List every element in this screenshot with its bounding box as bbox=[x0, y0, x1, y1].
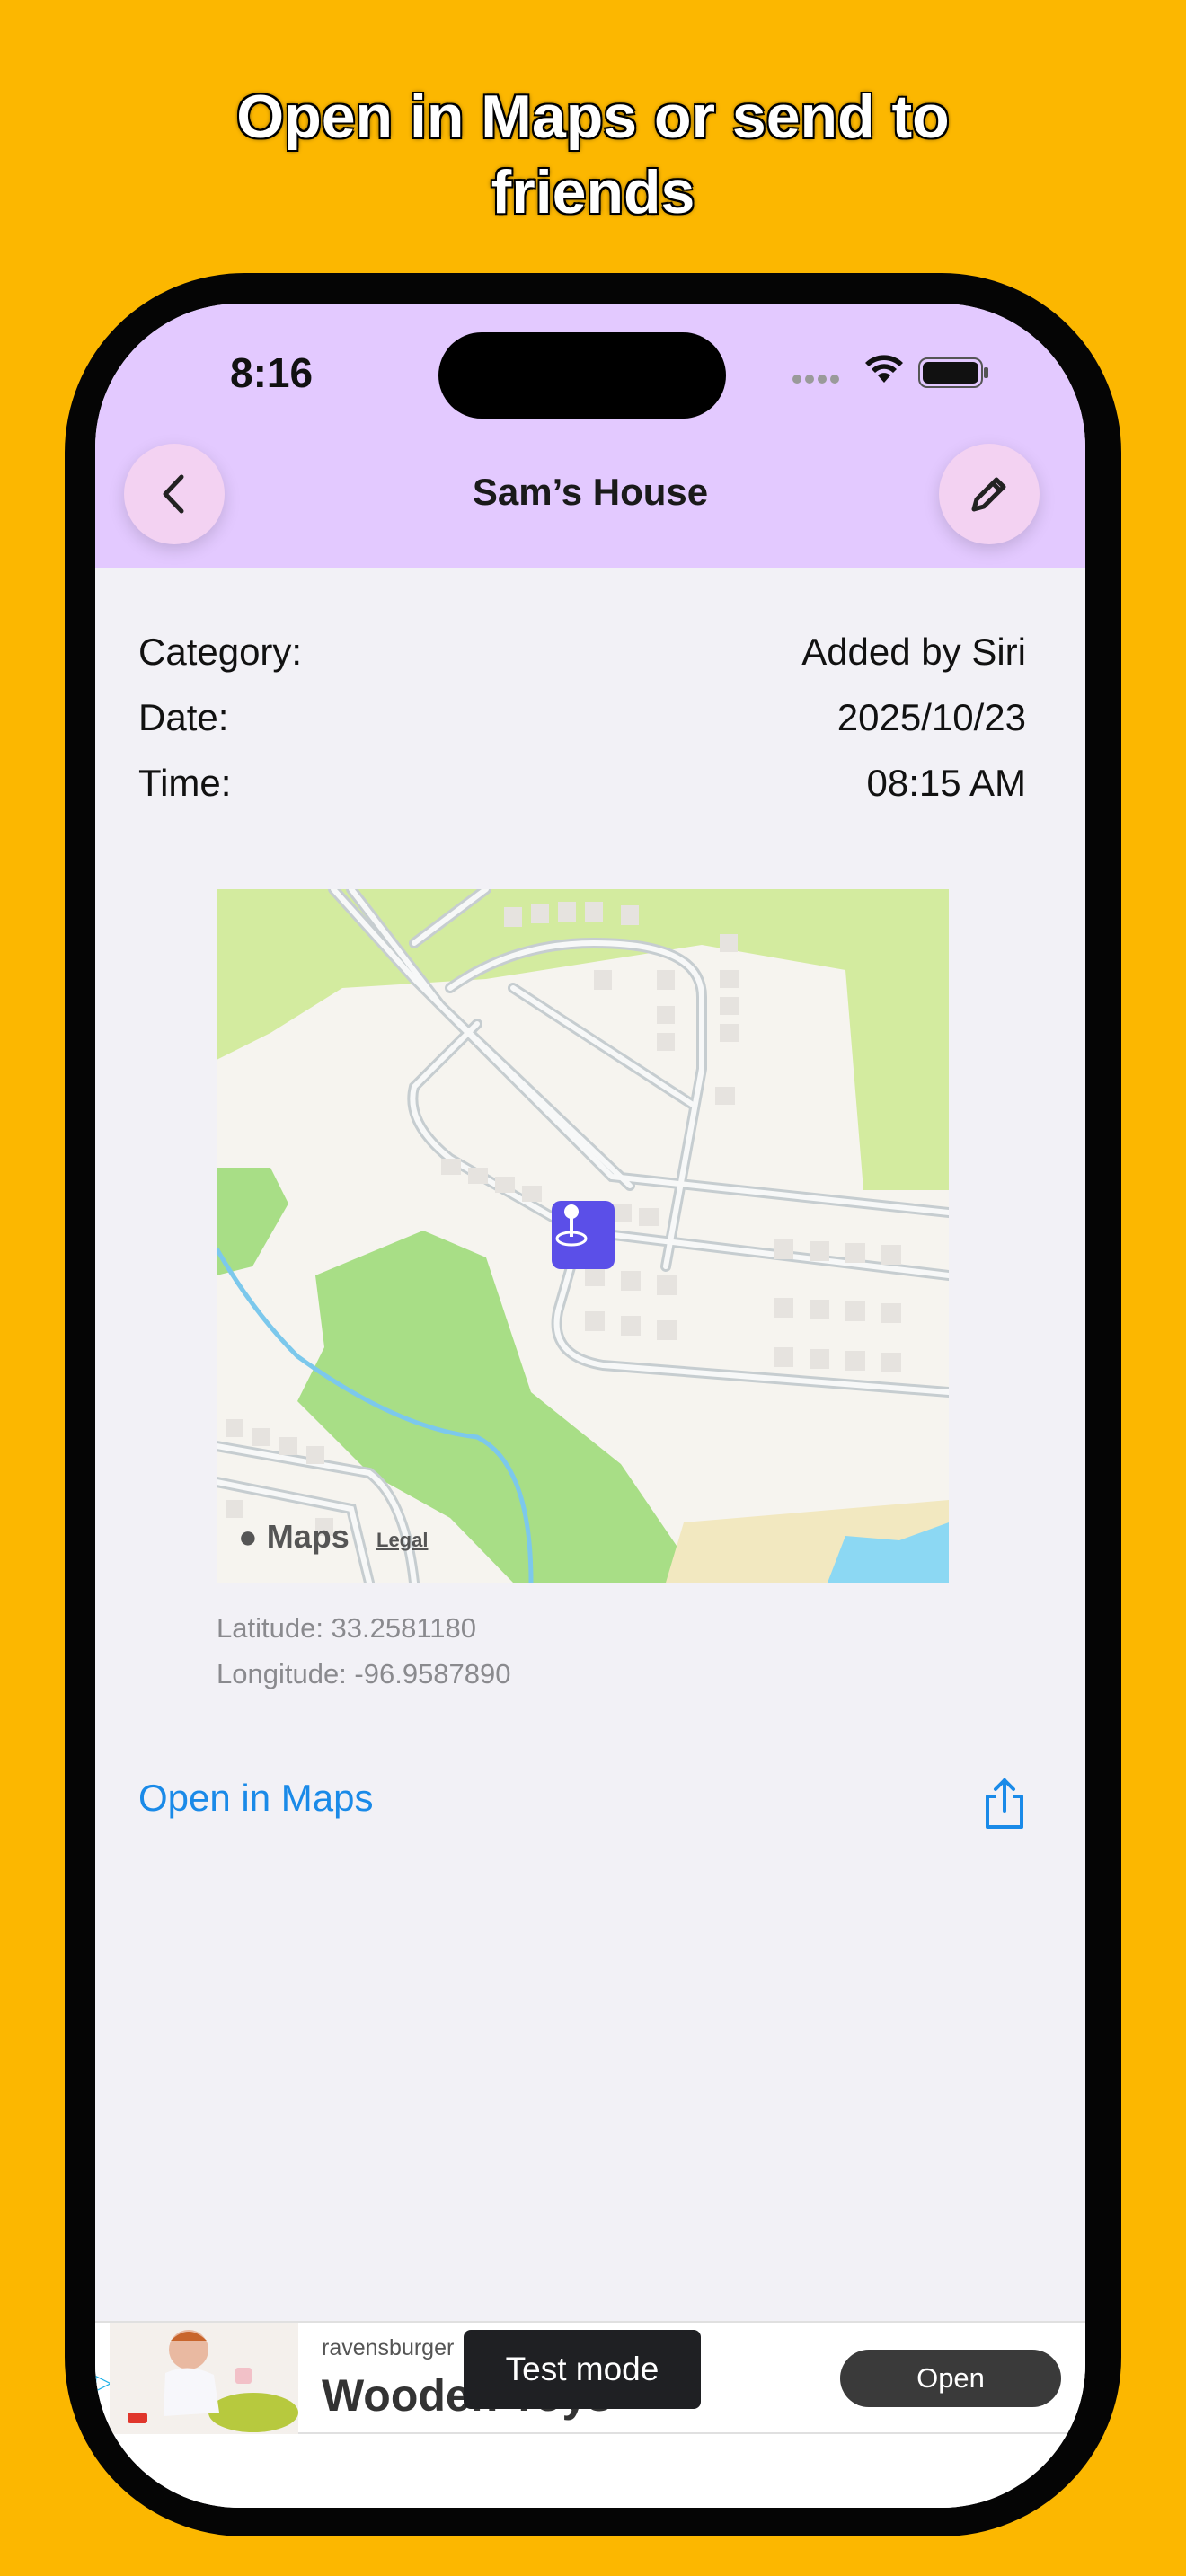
ad-banner[interactable]: ▷ ravensburger Wooden Toys Test mode Ope… bbox=[95, 2321, 1085, 2434]
time-value: 08:15 AM bbox=[866, 762, 1026, 804]
longitude-text: Longitude: -96.9587890 bbox=[217, 1658, 511, 1689]
map-pin-icon[interactable] bbox=[552, 1201, 615, 1269]
wifi-icon bbox=[865, 355, 903, 383]
home-indicator-area bbox=[95, 2434, 1085, 2508]
date-value: 2025/10/23 bbox=[836, 696, 1026, 738]
ad-image[interactable] bbox=[110, 2323, 298, 2434]
battery-icon bbox=[918, 357, 988, 388]
category-value: Added by Siri bbox=[801, 631, 1026, 673]
status-time: 8:16 bbox=[230, 349, 314, 396]
phone-screen: 8:16 Sam’s House Category: Added by Siri… bbox=[95, 304, 1085, 2508]
maps-logo: ● Maps bbox=[238, 1518, 350, 1556]
category-row: Category: Added by Siri bbox=[138, 627, 1026, 677]
ad-open-button[interactable]: Open bbox=[840, 2350, 1061, 2407]
status-icons bbox=[792, 352, 999, 392]
time-row: Time: 08:15 AM bbox=[138, 758, 1026, 808]
maps-logo-text: Maps bbox=[266, 1518, 350, 1555]
category-label: Category: bbox=[138, 631, 303, 673]
pin-glyph-icon bbox=[555, 1204, 588, 1247]
latitude-text: Latitude: 33.2581180 bbox=[217, 1612, 477, 1644]
promo-headline: Open in Maps or send to friends bbox=[0, 79, 1186, 230]
share-icon[interactable] bbox=[980, 1777, 1029, 1831]
navigation-bar: 8:16 Sam’s House bbox=[95, 304, 1085, 568]
edit-button[interactable] bbox=[939, 444, 1040, 544]
ad-brand: ravensburger bbox=[322, 2335, 455, 2360]
cellular-signal-icon bbox=[792, 372, 843, 388]
test-mode-badge: Test mode bbox=[464, 2330, 701, 2409]
open-in-maps-link[interactable]: Open in Maps bbox=[138, 1777, 373, 1820]
legal-link[interactable]: Legal bbox=[376, 1529, 428, 1552]
promo-headline-line2: friends bbox=[491, 158, 695, 226]
ad-photo bbox=[110, 2323, 298, 2434]
page-title: Sam’s House bbox=[472, 471, 709, 513]
dynamic-island bbox=[438, 332, 726, 419]
promo-headline-line1: Open in Maps or send to bbox=[236, 83, 950, 151]
date-row: Date: 2025/10/23 bbox=[138, 693, 1026, 743]
time-label: Time: bbox=[138, 762, 232, 804]
map-view[interactable]: ● Maps Legal bbox=[217, 889, 949, 1583]
date-label: Date: bbox=[138, 696, 229, 738]
apple-logo-icon: ● bbox=[238, 1518, 258, 1555]
pencil-icon bbox=[971, 477, 1006, 512]
